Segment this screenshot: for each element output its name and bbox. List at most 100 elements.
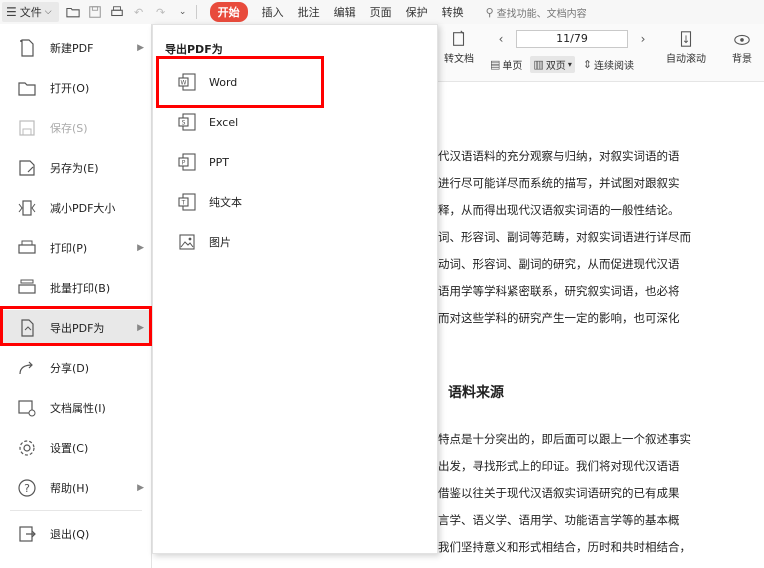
menu-item-new-pdf[interactable]: 新建PDF ▶ (0, 30, 152, 66)
doc-line: 借鉴以往关于现代汉语叙实词语研究的已有成果 (438, 486, 680, 500)
view-double-label: 双页 (545, 61, 566, 72)
single-page-icon: ▤ (490, 58, 501, 71)
text-icon: T (177, 192, 197, 212)
view-double-page[interactable]: ▥ 双页 ▾ (530, 56, 575, 73)
auto-scroll-label: 自动滚动 (666, 54, 706, 65)
menu-item-doc-properties[interactable]: 文档属性(I) (0, 390, 152, 426)
open-folder-icon[interactable] (65, 4, 81, 20)
doc-line: 语用学等学科紧密联系，研究叙实词语，也必将 (438, 284, 680, 298)
svg-text:?: ? (24, 482, 30, 495)
menu-item-export-pdf[interactable]: 导出PDF为 ▶ (0, 310, 152, 346)
menu-item-label: 新建PDF (50, 42, 94, 55)
menu-item-settings[interactable]: 设置(C) (0, 430, 152, 466)
save-icon[interactable] (87, 4, 103, 20)
batch-print-icon (16, 277, 38, 299)
menu-item-label: 打印(P) (50, 242, 88, 255)
menu-item-label: 另存为(E) (50, 162, 99, 175)
settings-icon (16, 437, 38, 459)
page-navigator: ‹ 11/79 › (494, 30, 650, 48)
export-text-option[interactable]: T 纯文本 (153, 185, 437, 219)
auto-scroll-button[interactable]: 自动滚动 (660, 30, 712, 65)
excel-icon: S (177, 112, 197, 132)
convert-document-button[interactable]: 转文档 (438, 30, 480, 65)
chevron-down-icon: ▾ (567, 60, 572, 69)
tab-annotate[interactable]: 批注 (298, 4, 320, 20)
new-pdf-icon (16, 37, 38, 59)
export-pdf-submenu: 导出PDF为 W Word S Excel P PPT T 纯文本 图片 (152, 24, 438, 554)
export-excel-option[interactable]: S Excel (153, 105, 437, 139)
export-word-option[interactable]: W Word (153, 65, 437, 99)
svg-text:T: T (181, 200, 186, 207)
view-mode-row: ▤ 单页 ▥ 双页 ▾ ⇕ 连续阅读 (490, 56, 642, 73)
menu-item-help[interactable]: ? 帮助(H) ▶ (0, 470, 152, 506)
menu-item-print[interactable]: 打印(P) ▶ (0, 230, 152, 266)
search-icon: ⚲ (485, 5, 494, 19)
background-button[interactable]: 背景 (720, 30, 764, 65)
divider (195, 5, 197, 19)
menu-item-save-as[interactable]: 另存为(E) (0, 150, 152, 186)
doc-line: 词、形容词、副词等范畴，对叙实词语进行详尽而 (438, 230, 691, 244)
hamburger-icon: ☰ (6, 5, 17, 19)
doc-line: 释，从而得出现代汉语叙实词语的一般性结论。 (438, 203, 680, 217)
chevron-right-icon: ▶ (137, 323, 144, 333)
tab-convert[interactable]: 转换 (442, 4, 464, 20)
export-option-label: 图片 (209, 236, 231, 249)
ppt-icon: P (177, 152, 197, 172)
export-image-option[interactable]: 图片 (153, 225, 437, 259)
doc-line: 而对这些学科的研究产生一定的影响，也可深化 (438, 311, 680, 325)
save-as-icon (16, 157, 38, 179)
search-placeholder: 查找功能、文档内容 (496, 8, 587, 20)
export-ppt-option[interactable]: P PPT (153, 145, 437, 179)
continuous-icon: ⇕ (582, 58, 593, 71)
menu-item-reduce-size[interactable]: 减小PDF大小 (0, 190, 152, 226)
menu-item-label: 帮助(H) (50, 482, 89, 495)
doc-heading: 语料来源 (448, 385, 504, 401)
next-page-icon[interactable]: › (636, 32, 650, 46)
submenu-title: 导出PDF为 (165, 43, 223, 56)
view-single-label: 单页 (502, 61, 523, 72)
tab-start[interactable]: 开始 (209, 2, 248, 22)
redo-icon[interactable]: ↷ (153, 4, 169, 20)
prev-page-icon[interactable]: ‹ (494, 32, 508, 46)
menu-item-open[interactable]: 打开(O) (0, 70, 152, 106)
file-menu-panel: 新建PDF ▶ 打开(O) 保存(S) 另存为(E) 减小PDF大小 打印(P)… (0, 24, 152, 568)
search-box[interactable]: ⚲ 查找功能、文档内容 (486, 5, 587, 20)
chevron-right-icon: ▶ (137, 243, 144, 253)
view-continuous-label: 连续阅读 (594, 61, 635, 72)
chevron-right-icon: ▶ (137, 43, 144, 53)
menu-item-label: 打开(O) (50, 82, 90, 95)
tab-page[interactable]: 页面 (370, 4, 392, 20)
print-icon (16, 237, 38, 259)
eye-icon (720, 30, 764, 50)
tab-insert[interactable]: 插入 (262, 4, 284, 20)
print-icon[interactable] (109, 4, 125, 20)
ribbon: 转文档 ‹ 11/79 › ▤ 单页 ▥ 双页 ▾ ⇕ 连续阅读 自动滚动 背景 (438, 24, 764, 82)
page-number-input[interactable]: 11/79 (516, 30, 628, 48)
svg-text:P: P (182, 160, 186, 167)
menu-item-label: 保存(S) (50, 122, 88, 135)
save-icon (16, 117, 38, 139)
menu-item-label: 分享(D) (50, 362, 90, 375)
menu-item-exit[interactable]: 退出(Q) (0, 516, 152, 552)
top-toolbar: ☰ 文件 ⌵ ↶ ↷ ⌄ 开始 插入 批注 编辑 页面 保护 转换 ⚲ 查找功能… (0, 0, 764, 24)
menu-item-save[interactable]: 保存(S) (0, 110, 152, 146)
menu-item-share[interactable]: 分享(D) (0, 350, 152, 386)
doc-line: 言学、语义学、语用学、功能语言学等的基本概 (438, 513, 680, 527)
view-continuous[interactable]: ⇕ 连续阅读 (583, 57, 634, 72)
menu-item-batch-print[interactable]: 批量打印(B) (0, 270, 152, 306)
tab-edit[interactable]: 编辑 (334, 4, 356, 20)
export-option-label: PPT (209, 155, 229, 169)
file-menu-button[interactable]: ☰ 文件 ⌵ (2, 2, 59, 22)
more-dropdown-icon[interactable]: ⌄ (175, 4, 191, 20)
share-icon (16, 357, 38, 379)
double-page-icon: ▥ (533, 58, 544, 71)
tab-protect[interactable]: 保护 (406, 4, 428, 20)
undo-icon[interactable]: ↶ (131, 4, 147, 20)
export-pdf-icon (16, 317, 38, 339)
menu-item-label: 批量打印(B) (50, 282, 111, 295)
view-single-page[interactable]: ▤ 单页 (490, 57, 522, 72)
convert-doc-icon (438, 30, 480, 50)
doc-line: 特点是十分突出的，即后面可以跟上一个叙述事实 (438, 432, 691, 446)
menu-item-label: 导出PDF为 (50, 322, 105, 335)
auto-scroll-icon (660, 30, 712, 50)
